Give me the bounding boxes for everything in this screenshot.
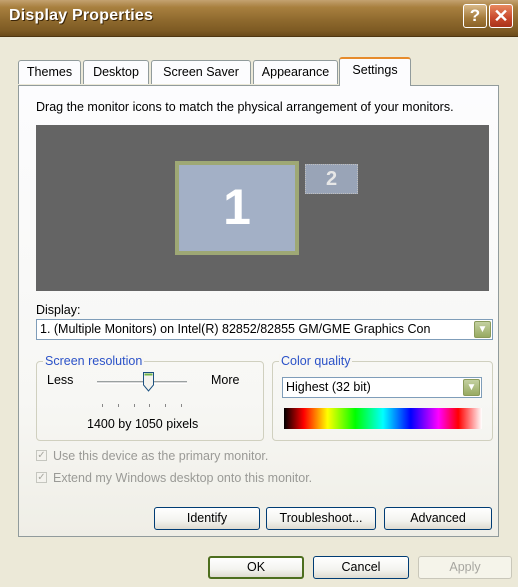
- extend-desktop-label: Extend my Windows desktop onto this moni…: [53, 471, 313, 485]
- color-quality-label: Color quality: [279, 354, 353, 368]
- resolution-value: 1400 by 1050 pixels: [87, 417, 199, 431]
- display-label: Display:: [36, 303, 81, 317]
- troubleshoot-button[interactable]: Troubleshoot...: [266, 507, 376, 530]
- tab-themes[interactable]: Themes: [18, 60, 81, 84]
- display-properties-window: Display Properties ? ✕ Themes Desktop Sc…: [0, 0, 518, 587]
- check-icon[interactable]: ✓: [36, 450, 47, 461]
- primary-monitor-label: Use this device as the primary monitor.: [53, 449, 269, 463]
- window-title: Display Properties: [9, 7, 154, 24]
- close-icon[interactable]: ✕: [489, 4, 513, 28]
- slider-tick: [134, 404, 135, 407]
- tab-settings[interactable]: Settings: [339, 57, 411, 86]
- slider-tick: [181, 404, 182, 407]
- display-select-value: 1. (Multiple Monitors) on Intel(R) 82852…: [40, 322, 431, 336]
- color-quality-group: Color quality: [272, 354, 493, 441]
- advanced-button[interactable]: Advanced: [384, 507, 492, 530]
- cancel-button[interactable]: Cancel: [313, 556, 409, 579]
- chevron-down-icon[interactable]: ▼: [474, 321, 491, 338]
- resolution-more-label: More: [211, 373, 240, 387]
- display-select[interactable]: 1. (Multiple Monitors) on Intel(R) 82852…: [36, 319, 493, 340]
- resolution-less-label: Less: [47, 373, 74, 387]
- resolution-slider-thumb[interactable]: [143, 372, 154, 392]
- screen-resolution-label: Screen resolution: [43, 354, 145, 368]
- tab-appearance[interactable]: Appearance: [253, 60, 338, 84]
- instruction-text: Drag the monitor icons to match the phys…: [36, 100, 454, 114]
- monitor-2-icon[interactable]: 2: [305, 164, 358, 194]
- slider-tick: [118, 404, 119, 407]
- slider-tick: [165, 404, 166, 407]
- slider-tick: [102, 404, 103, 407]
- color-spectrum-bar: [284, 408, 482, 429]
- ok-button[interactable]: OK: [208, 556, 304, 579]
- identify-button[interactable]: Identify: [154, 507, 260, 530]
- check-icon[interactable]: ✓: [36, 472, 47, 483]
- color-quality-value: Highest (32 bit): [286, 380, 371, 394]
- color-quality-select[interactable]: Highest (32 bit) ▼: [282, 377, 482, 398]
- help-icon[interactable]: ?: [463, 4, 487, 28]
- tab-desktop[interactable]: Desktop: [83, 60, 149, 84]
- apply-button[interactable]: Apply: [418, 556, 512, 579]
- monitor-1-icon[interactable]: 1: [175, 161, 299, 255]
- resolution-slider-track[interactable]: [97, 381, 187, 384]
- monitor-arrangement-area: 1 2: [36, 125, 489, 291]
- title-bar[interactable]: Display Properties ? ✕: [0, 0, 518, 37]
- tab-screen-saver[interactable]: Screen Saver: [151, 60, 251, 84]
- chevron-down-icon[interactable]: ▼: [463, 379, 480, 396]
- slider-tick: [149, 404, 150, 407]
